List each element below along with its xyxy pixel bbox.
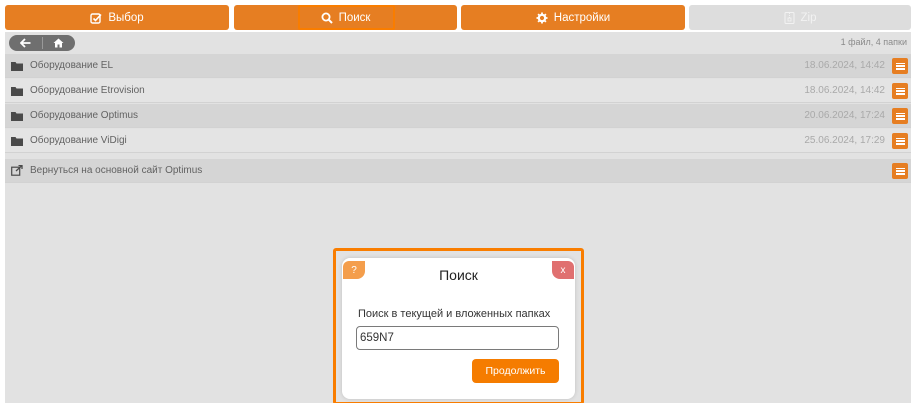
gear-icon (536, 12, 548, 24)
item-name: Оборудование EL (30, 60, 114, 71)
menu-icon (895, 87, 905, 95)
item-name: Оборудование Optimus (30, 110, 139, 121)
item-date: 18.06.2024, 14:42 (804, 60, 885, 71)
search-label: Поиск в текущей и вложенных папках (358, 308, 551, 320)
continue-button[interactable]: Продолжить (472, 359, 559, 383)
menu-icon (895, 167, 905, 175)
tab-settings[interactable]: Настройки (461, 5, 685, 30)
tab-settings-label: Настройки (553, 11, 611, 24)
item-name: Оборудование ViDigi (30, 135, 127, 146)
item-menu-button[interactable] (892, 133, 908, 149)
item-menu-button[interactable] (892, 58, 908, 74)
search-dialog: ? x Поиск Поиск в текущей и вложенных па… (342, 258, 575, 399)
back-button[interactable] (9, 35, 42, 51)
dialog-title: Поиск (439, 267, 478, 283)
folder-icon (11, 86, 24, 96)
search-tab-highlight (298, 5, 395, 30)
list-item[interactable]: Оборудование Etrovision 18.06.2024, 14:4… (5, 79, 911, 103)
menu-icon (895, 112, 905, 120)
list-item[interactable]: Вернуться на основной сайт Optimus (5, 159, 911, 183)
folder-icon (11, 111, 24, 121)
home-icon (53, 38, 64, 48)
zip-file-icon (784, 11, 795, 24)
nav-button-group (9, 35, 75, 51)
tab-select[interactable]: Выбор (5, 5, 229, 30)
menu-icon (895, 137, 905, 145)
home-button[interactable] (43, 35, 76, 51)
folder-icon (11, 136, 24, 146)
list-item[interactable]: Оборудование ViDigi 25.06.2024, 17:29 (5, 129, 911, 153)
tab-select-label: Выбор (108, 11, 144, 24)
item-name: Вернуться на основной сайт Optimus (30, 165, 203, 176)
file-count: 1 файл, 4 папки (840, 37, 907, 47)
item-name: Оборудование Etrovision (30, 85, 145, 96)
tab-zip-label: Zip (800, 11, 817, 24)
list-item[interactable]: Оборудование EL 18.06.2024, 14:42 (5, 54, 911, 78)
tab-zip[interactable]: Zip (689, 5, 911, 30)
folder-icon (11, 61, 24, 71)
arrow-left-icon (19, 38, 31, 48)
item-date: 25.06.2024, 17:29 (804, 135, 885, 146)
item-date: 18.06.2024, 14:42 (804, 85, 885, 96)
search-input[interactable] (356, 326, 559, 350)
item-menu-button[interactable] (892, 83, 908, 99)
menu-icon (895, 62, 905, 70)
navigation-bar: 1 файл, 4 папки (5, 32, 911, 54)
item-menu-button[interactable] (892, 108, 908, 124)
item-date: 20.06.2024, 17:24 (804, 110, 885, 121)
list-item[interactable]: Оборудование Optimus 20.06.2024, 17:24 (5, 104, 911, 128)
item-menu-button[interactable] (892, 163, 908, 179)
checkbox-icon (90, 12, 102, 24)
external-link-icon (11, 165, 24, 176)
